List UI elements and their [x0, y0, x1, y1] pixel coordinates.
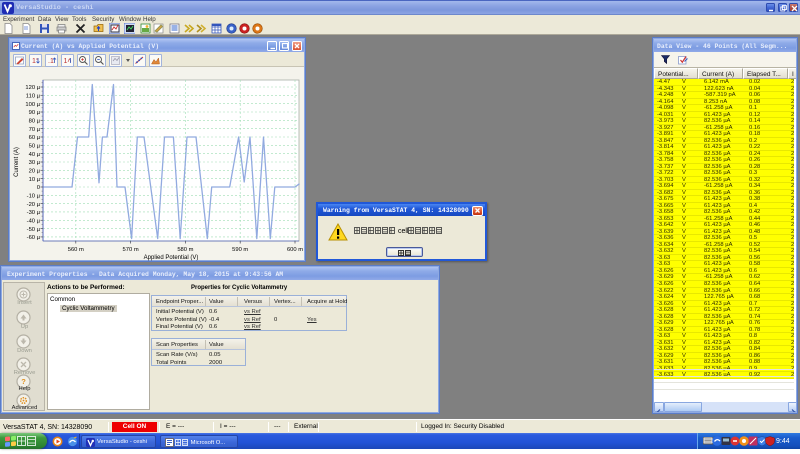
svg-text:40 µ: 40 µ: [29, 152, 41, 158]
svg-text:570 m: 570 m: [123, 247, 139, 253]
svg-text:70 µ: 70 µ: [29, 127, 41, 133]
svg-text:Applied Potential (V): Applied Potential (V): [144, 255, 199, 261]
svg-text:560 m: 560 m: [68, 247, 84, 253]
svg-text:0: 0: [37, 185, 40, 191]
svg-text:-60 µ: -60 µ: [27, 235, 41, 241]
svg-text:120 µ: 120 µ: [25, 85, 40, 91]
svg-text:100 µ: 100 µ: [25, 102, 40, 108]
svg-text:-20 µ: -20 µ: [27, 202, 41, 208]
svg-text:590 m: 590 m: [232, 247, 248, 253]
svg-text:10 µ: 10 µ: [29, 177, 41, 183]
svg-text:30 µ: 30 µ: [29, 160, 41, 166]
svg-text:Current (A): Current (A): [14, 147, 20, 177]
svg-text:20 µ: 20 µ: [29, 169, 41, 175]
svg-text:-50 µ: -50 µ: [27, 227, 41, 233]
svg-text:580 m: 580 m: [177, 247, 193, 253]
svg-text:-30 µ: -30 µ: [27, 210, 41, 216]
svg-text:90 µ: 90 µ: [29, 110, 41, 116]
svg-text:60 µ: 60 µ: [29, 135, 41, 141]
svg-text:-40 µ: -40 µ: [27, 219, 41, 225]
svg-text:-10 µ: -10 µ: [27, 194, 41, 200]
svg-text:110 µ: 110 µ: [26, 94, 41, 100]
svg-text:50 µ: 50 µ: [29, 144, 41, 150]
svg-text:600 m: 600 m: [287, 247, 303, 253]
svg-text:?: ?: [21, 377, 26, 386]
svg-text:80 µ: 80 µ: [29, 119, 41, 125]
